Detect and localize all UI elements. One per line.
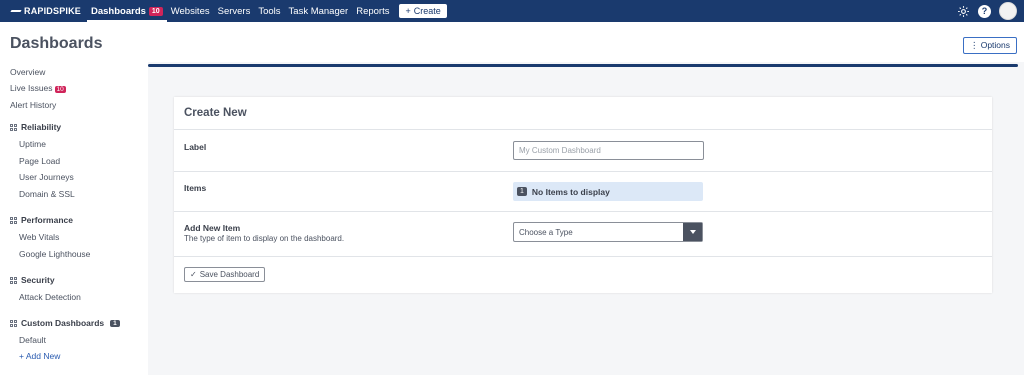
- divider: [174, 256, 992, 257]
- select-value: Choose a Type: [519, 227, 573, 237]
- help-icon[interactable]: ?: [978, 4, 991, 18]
- grid-icon: [10, 276, 17, 284]
- sidebar-item-alert-history[interactable]: Alert History: [10, 100, 56, 110]
- grid-icon: [10, 216, 17, 224]
- divider: [174, 211, 992, 212]
- nav-reports[interactable]: Reports: [352, 0, 393, 22]
- section-title: Reliability: [21, 122, 62, 132]
- section-title: Security: [21, 275, 55, 285]
- create-button[interactable]: + Create: [399, 4, 447, 18]
- nav-right-actions: ?: [957, 2, 1017, 20]
- sidebar-item-user-journeys[interactable]: User Journeys: [19, 172, 74, 182]
- dashboard-label-input[interactable]: [513, 141, 704, 160]
- items-count-badge: 1: [517, 187, 527, 196]
- dashboards-count-badge: 10: [148, 6, 163, 16]
- page-title: Dashboards: [10, 35, 103, 52]
- nav-dashboards[interactable]: Dashboards 10: [87, 0, 167, 22]
- live-issues-badge: 10: [54, 86, 66, 93]
- sidebar-item-domain-ssl[interactable]: Domain & SSL: [19, 189, 75, 199]
- avatar[interactable]: [999, 2, 1017, 20]
- create-dashboard-card: Create New Label Items 1 No Items to dis…: [174, 97, 992, 293]
- sidebar-item-google-lighthouse[interactable]: Google Lighthouse: [19, 249, 90, 259]
- section-title: Performance: [21, 215, 73, 225]
- items-status-box: 1 No Items to display: [513, 182, 703, 201]
- plus-icon: +: [19, 351, 24, 361]
- grid-icon: [10, 123, 17, 131]
- custom-dashboards-badge: 1: [110, 319, 120, 327]
- live-issues-label: Live Issues: [10, 83, 53, 93]
- options-button[interactable]: ⋮ Options: [962, 37, 1017, 54]
- section-title: Custom Dashboards: [21, 318, 105, 328]
- add-item-field-label: Add New Item: [184, 223, 241, 233]
- sidebar-section-performance: Performance: [10, 215, 73, 225]
- content-accent-bar: [148, 64, 1018, 67]
- save-button-label: Save Dashboard: [199, 270, 260, 279]
- divider: [174, 171, 992, 172]
- nav-task-manager[interactable]: Task Manager: [285, 0, 353, 22]
- chevron-down-icon: [683, 223, 702, 241]
- divider: [174, 129, 992, 130]
- gear-icon[interactable]: [957, 5, 970, 18]
- brand-logo[interactable]: RAPIDSPIKE: [0, 6, 87, 16]
- brand-mark-icon: [11, 7, 21, 15]
- add-new-label: Add New: [25, 351, 61, 361]
- sidebar-item-live-issues[interactable]: Live Issues 10: [10, 83, 66, 93]
- grid-icon: [10, 319, 17, 327]
- sidebar-item-web-vitals[interactable]: Web Vitals: [19, 232, 59, 242]
- label-field-label: Label: [184, 142, 207, 152]
- create-button-label: Create: [413, 6, 441, 16]
- save-dashboard-button[interactable]: ✓ Save Dashboard: [184, 267, 266, 282]
- more-vertical-icon: ⋮: [969, 40, 979, 50]
- sidebar-section-security: Security: [10, 275, 55, 285]
- sidebar-item-overview[interactable]: Overview: [10, 67, 45, 77]
- sidebar-item-default[interactable]: Default: [19, 335, 46, 345]
- card-title: Create New: [184, 107, 247, 119]
- item-type-select[interactable]: Choose a Type: [513, 222, 703, 242]
- nav-servers[interactable]: Servers: [214, 0, 255, 22]
- nav-dashboards-label: Dashboards: [91, 5, 146, 17]
- main-content: Create New Label Items 1 No Items to dis…: [148, 62, 1024, 375]
- plus-icon: +: [405, 6, 411, 16]
- top-navbar: RAPIDSPIKE Dashboards 10 Websites Server…: [0, 0, 1024, 22]
- sidebar-item-page-load[interactable]: Page Load: [19, 156, 60, 166]
- items-empty-text: No Items to display: [531, 186, 610, 197]
- add-item-help-text: The type of item to display on the dashb…: [184, 234, 345, 243]
- brand-name: RAPIDSPIKE: [24, 6, 82, 16]
- nav-websites[interactable]: Websites: [167, 0, 214, 22]
- sidebar-item-uptime[interactable]: Uptime: [19, 139, 46, 149]
- sidebar-item-add-new[interactable]: + Add New: [19, 351, 60, 361]
- sidebar-item-attack-detection[interactable]: Attack Detection: [19, 292, 81, 302]
- sidebar: Overview Live Issues 10 Alert History Rel…: [0, 62, 148, 375]
- sidebar-section-custom-dashboards: Custom Dashboards 1: [10, 318, 120, 328]
- options-button-label: Options: [980, 40, 1010, 50]
- nav-tools[interactable]: Tools: [254, 0, 284, 22]
- items-field-label: Items: [184, 183, 207, 193]
- check-icon: ✓: [190, 270, 197, 279]
- sidebar-section-reliability: Reliability: [10, 122, 61, 132]
